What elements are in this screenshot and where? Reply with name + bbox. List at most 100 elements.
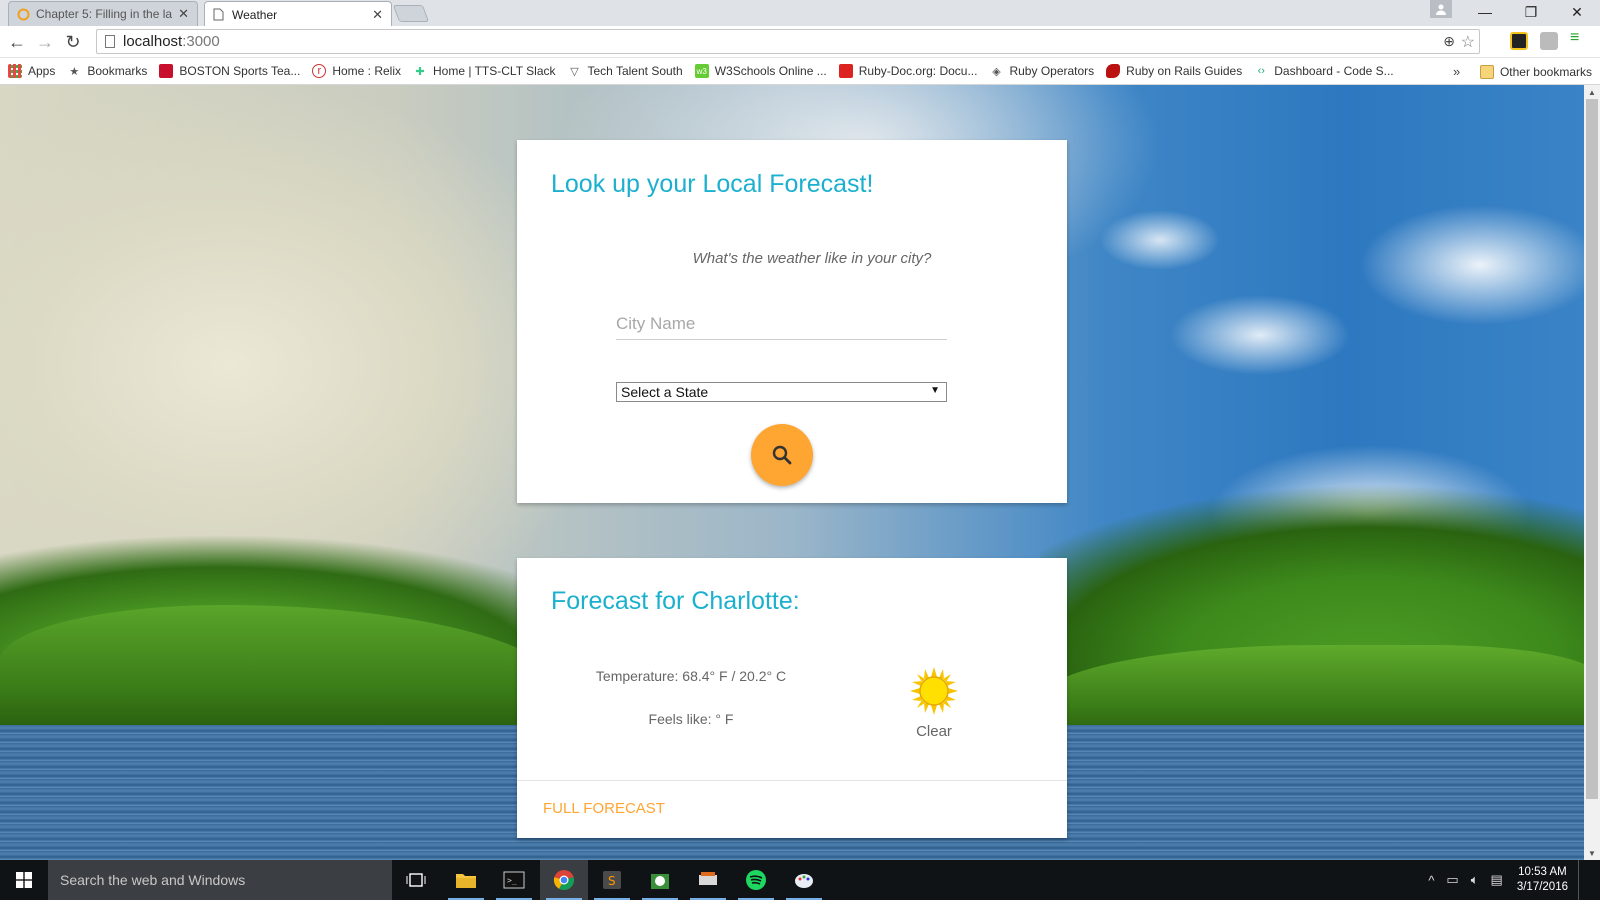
bookmark-label: Dashboard - Code S... [1274,64,1394,78]
card-divider [517,780,1067,781]
tab-bar: Chapter 5: Filling in the lay ✕ Weather … [0,0,1600,27]
chrome-icon[interactable] [540,860,588,900]
page-scrollbar[interactable]: ▲ ▼ [1584,85,1600,860]
scroll-down-icon[interactable]: ▼ [1584,846,1600,860]
folder-icon [1479,64,1494,79]
feels-like-text: Feels like: ° F [648,711,734,727]
bookmarks-overflow-icon[interactable]: » [1453,58,1460,85]
bookmark-apps[interactable]: Apps [8,64,55,78]
scroll-up-icon[interactable]: ▲ [1584,85,1600,99]
bookmark-ruby-doc[interactable]: Ruby-Doc.org: Docu... [838,64,978,78]
page-icon [213,8,226,21]
bookmark-label: Ruby Operators [1009,64,1095,78]
star-icon: ★ [69,65,80,78]
windows-taskbar: Search the web and Windows >_ S ^ ▭ 🔈︎ ▤… [0,860,1600,900]
system-tray: ^ ▭ 🔈︎ ▤ 10:53 AM 3/17/2016 [1422,860,1600,900]
state-select-value: Select a State [621,384,709,400]
tab-title: Chapter 5: Filling in the lay [36,7,173,21]
bookmark-ruby-operators[interactable]: ◈ Ruby Operators [989,64,1094,78]
bookmark-boston-sports[interactable]: BOSTON Sports Tea... [159,64,300,78]
search-button[interactable] [751,424,813,486]
tts-icon: ▽ [570,65,579,78]
spotify-icon[interactable] [732,860,780,900]
restore-icon[interactable]: ❐ [1508,0,1554,24]
battery-icon[interactable]: ▭ [1446,872,1458,888]
forward-icon[interactable]: → [34,31,56,53]
chevron-up-icon[interactable]: ^ [1428,873,1434,888]
bookmark-tech-talent-south[interactable]: ▽ Tech Talent South [568,64,683,78]
bookmark-label: Ruby on Rails Guides [1126,64,1243,78]
keyboard-icon[interactable]: ▤ [1491,872,1503,888]
page-icon [105,35,115,48]
user-profile-icon[interactable] [1430,0,1452,18]
bookmark-other[interactable]: Other bookmarks [1479,64,1592,79]
close-window-icon[interactable]: ✕ [1554,0,1600,24]
svg-text:S: S [608,874,616,888]
slack-icon: ✚ [415,65,425,78]
menu-icon[interactable]: ≡ [1570,29,1588,47]
sublime-text-icon[interactable]: S [588,860,636,900]
url-text: localhost:3000 [123,33,220,50]
terminal-icon[interactable]: >_ [490,860,538,900]
code-icon: ‹› [1257,65,1265,77]
forecast-card: Forecast for Charlotte: Temperature: 68.… [517,558,1067,838]
hp-app-icon[interactable] [636,860,684,900]
state-select[interactable]: Select a State ▼ [616,382,947,402]
dropdown-caret-icon: ▼ [930,385,940,396]
bookmark-label: Ruby-Doc.org: Docu... [858,64,978,78]
sun-icon [910,667,958,715]
bookmark-w3schools[interactable]: w3 W3Schools Online ... [694,64,827,78]
file-explorer-icon[interactable] [442,860,490,900]
city-name-input[interactable] [616,308,947,340]
extension-icon[interactable] [1510,32,1528,50]
bookmark-slack[interactable]: ✚ Home | TTS-CLT Slack [413,64,555,78]
bookmark-label: Tech Talent South [587,64,683,78]
zoom-icon[interactable]: ⊕ [1443,33,1455,50]
tab-title: Weather [232,7,278,22]
search-card: Look up your Local Forecast! What's the … [517,140,1067,503]
address-bar[interactable]: localhost:3000 ⊕ ☆ [96,29,1480,54]
reload-icon[interactable]: ↻ [62,31,84,53]
tab-chapter-5[interactable]: Chapter 5: Filling in the lay ✕ [8,1,198,26]
ruby-doc-icon [838,64,853,78]
windows-logo-icon [16,872,32,888]
search-icon [772,445,792,465]
bookmark-rails-guides[interactable]: Ruby on Rails Guides [1106,64,1242,78]
tab-close-icon[interactable]: ✕ [178,6,189,22]
minimize-icon[interactable]: — [1462,0,1508,24]
back-icon[interactable]: ← [6,31,28,53]
bookmark-label: Home : Relix [332,64,402,78]
start-button[interactable] [0,860,48,900]
app-icon[interactable] [684,860,732,900]
bookmark-label: Home | TTS-CLT Slack [433,64,556,78]
bookmark-label: BOSTON Sports Tea... [179,64,301,78]
temperature-text: Temperature: 68.4° F / 20.2° C [595,668,787,684]
relix-icon: r [312,64,327,78]
scrollbar-thumb[interactable] [1586,99,1598,799]
clock-time: 10:53 AM [1518,866,1567,878]
paint-icon[interactable] [780,860,828,900]
clock-date: 3/17/2016 [1516,881,1568,893]
apps-grid-icon [8,64,22,78]
tab-close-icon[interactable]: ✕ [372,7,383,23]
w3schools-icon: w3 [694,64,709,78]
show-desktop-button[interactable] [1578,860,1600,900]
bookmark-relix[interactable]: r Home : Relix [312,64,401,78]
task-view-icon[interactable] [392,860,440,900]
taskbar-search-box[interactable]: Search the web and Windows [48,860,392,900]
bookmark-bookmarks[interactable]: ★ Bookmarks [67,64,147,78]
clock[interactable]: 10:53 AM 3/17/2016 [1517,865,1568,895]
bookmark-star-icon[interactable]: ☆ [1461,32,1475,52]
volume-icon[interactable]: 🔈︎ [1471,872,1479,888]
bookmark-label: W3Schools Online ... [714,64,827,78]
full-forecast-link[interactable]: FULL FORECAST [543,800,665,817]
new-tab-button[interactable] [392,5,430,22]
window-controls: — ❐ ✕ [1462,0,1600,24]
extension-icon[interactable] [1540,32,1558,50]
bookmark-dashboard-code[interactable]: ‹› Dashboard - Code S... [1254,64,1394,78]
tab-weather[interactable]: Weather ✕ [204,1,392,27]
ruby-operators-icon: ◈ [992,65,1001,78]
svg-text:>_: >_ [507,876,517,885]
rails-icon [1106,64,1121,78]
bookmark-label: Apps [28,64,56,78]
